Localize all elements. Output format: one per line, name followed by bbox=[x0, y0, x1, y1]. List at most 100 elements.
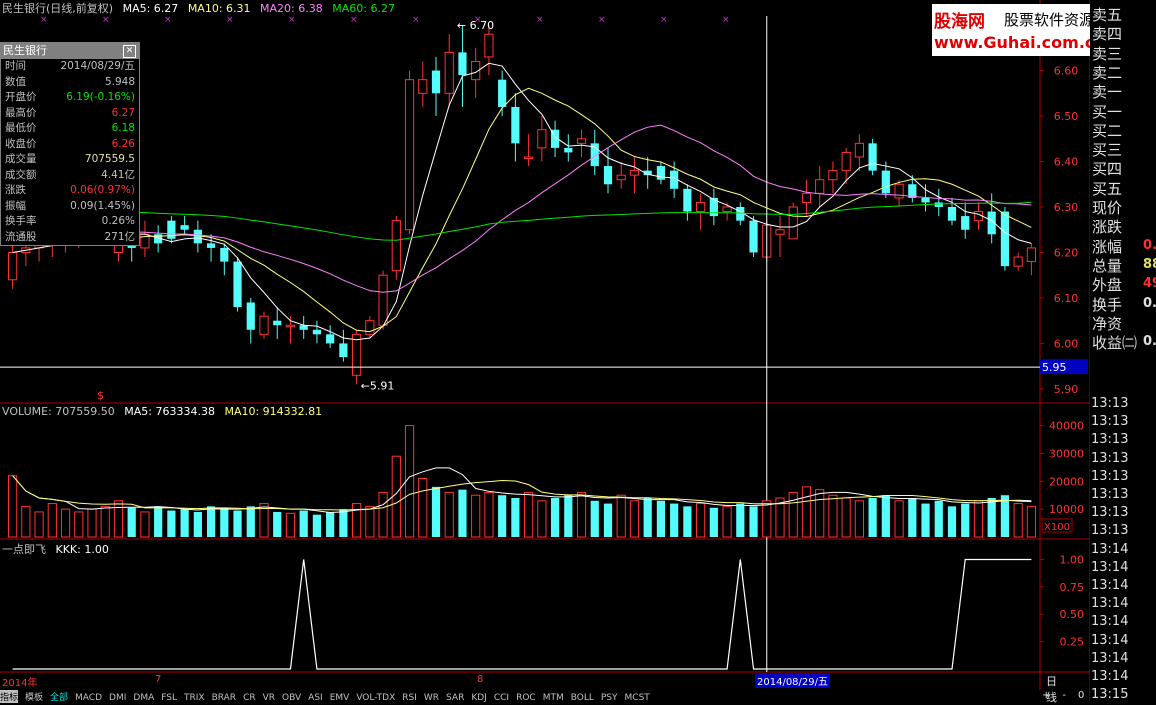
close-icon[interactable]: ✕ bbox=[123, 45, 136, 58]
data-window-row: 振幅 0.09(1.45%) bbox=[1, 199, 139, 215]
quote-label: 收益㈡ bbox=[1092, 334, 1138, 353]
data-window-value: 6.18 bbox=[111, 122, 135, 134]
candle-body-down bbox=[868, 143, 877, 171]
zoom-out-button[interactable]: - bbox=[1062, 690, 1066, 701]
tab-模板[interactable]: 模板 bbox=[25, 690, 43, 703]
volume-bar-up bbox=[537, 500, 547, 538]
candle-body-down bbox=[431, 70, 441, 94]
tick-time: 13:13 bbox=[1091, 505, 1129, 521]
volume-bar-up bbox=[973, 500, 984, 538]
tab-全部[interactable]: 全部 bbox=[50, 690, 68, 703]
zoom-in-button[interactable]: + bbox=[1042, 690, 1050, 701]
candle-body-up bbox=[629, 170, 640, 176]
marker-x: × bbox=[226, 15, 234, 25]
stock-chart[interactable]: 6.60 6.50 6.40 6.30 6.20 6.10 6.00 5.90 × × × × × × × ×… bbox=[0, 0, 1156, 702]
candle-body-up bbox=[365, 320, 375, 335]
volume-bar-up bbox=[1026, 505, 1036, 538]
marker-x: × bbox=[350, 15, 358, 25]
price-tick-label: 6.00 bbox=[1054, 337, 1079, 350]
ma60-line bbox=[12, 201, 1032, 241]
data-window-value: 5.948 bbox=[104, 75, 135, 88]
data-window-key: 成交额 bbox=[5, 168, 37, 181]
data-window-key: 换手率 bbox=[5, 215, 37, 227]
marker-x: × bbox=[598, 15, 606, 25]
volume-bar-down bbox=[603, 503, 613, 537]
data-window-key: 涨跌 bbox=[5, 184, 26, 196]
zoom-controls: + - 0 bbox=[1042, 690, 1096, 701]
volume-bar-down bbox=[498, 495, 507, 537]
candle-body-up bbox=[285, 324, 296, 328]
tick-time: 13:13 bbox=[1091, 523, 1129, 539]
volume-bar-down bbox=[180, 509, 189, 537]
tick-time: 13:13 bbox=[1091, 432, 1129, 448]
candle-body-down bbox=[312, 329, 322, 335]
volume-ma5: MA5: 763334.38 bbox=[124, 405, 215, 418]
volume-bar-down bbox=[987, 498, 996, 537]
data-window-title[interactable]: 民生银行 ✕ bbox=[1, 43, 139, 59]
volume-bar-down bbox=[167, 510, 176, 537]
volume-bar-up bbox=[418, 478, 428, 538]
data-window-key: 最低价 bbox=[5, 122, 37, 134]
data-window-value: 0.26% bbox=[101, 215, 135, 227]
volume-bar-down bbox=[339, 509, 348, 537]
quote-value: 0. bbox=[1143, 295, 1156, 311]
tick-time: 13:14 bbox=[1091, 541, 1129, 557]
volume-bar-down bbox=[749, 506, 758, 537]
data-window-row: 最低价 6.18 bbox=[1, 121, 139, 137]
data-window-row: 流通股 271亿 bbox=[1, 230, 139, 246]
candle-body-up bbox=[815, 179, 825, 194]
quote-label: 净资 bbox=[1092, 314, 1123, 333]
ma5-value: MA5: 6.27 bbox=[122, 2, 179, 15]
volume-bar-down bbox=[154, 506, 163, 537]
candle-body-up bbox=[8, 251, 18, 281]
volume-bar-down bbox=[273, 511, 282, 537]
candle-body-up bbox=[841, 151, 851, 172]
ma5-line bbox=[12, 62, 1032, 341]
volume-bar-up bbox=[352, 503, 362, 538]
cursor-date: 2014/08/29/五 bbox=[755, 673, 831, 688]
volume-bar-up bbox=[471, 494, 481, 538]
tab-指标[interactable]: 指标 bbox=[0, 690, 19, 703]
volume-bar-up bbox=[378, 491, 388, 538]
data-window-key: 成交量 bbox=[5, 153, 37, 165]
candle-body-up bbox=[576, 138, 587, 144]
candle-body-up bbox=[616, 174, 626, 181]
volume-bar-down bbox=[193, 511, 202, 537]
date-year: 2014年 bbox=[2, 678, 38, 689]
marker-x: × bbox=[40, 15, 48, 25]
price-tick-label: 6.20 bbox=[1054, 246, 1079, 259]
quote-value: 0. bbox=[1143, 334, 1156, 350]
candle-body-down bbox=[749, 220, 758, 253]
zoom-reset-button[interactable]: 0 bbox=[1078, 690, 1084, 701]
candle-body-down bbox=[498, 79, 507, 107]
candle-body-down bbox=[246, 302, 255, 330]
crosshair-price: 5.95 bbox=[1042, 361, 1067, 374]
ma60-value: MA60: 6.27 bbox=[332, 2, 395, 15]
volume-bar-up bbox=[1013, 503, 1023, 538]
quote-label: 卖五 bbox=[1092, 6, 1123, 24]
candle-body-up bbox=[722, 206, 732, 213]
data-window-key: 收盘价 bbox=[5, 137, 37, 150]
volume-bar-down bbox=[881, 495, 890, 537]
candle-body-down bbox=[603, 166, 613, 185]
volume-header: VOLUME: 707559.50 MA5: 763334.38 MA10: 9… bbox=[2, 405, 328, 418]
volume-tick-label: 30000 bbox=[1049, 447, 1084, 460]
candle-body-down bbox=[326, 334, 335, 344]
candle-body-down bbox=[193, 229, 202, 244]
candle-body-down bbox=[921, 197, 930, 203]
quote-label: 涨跌 bbox=[1092, 218, 1123, 237]
indicator-tick-label: 0.75 bbox=[1060, 581, 1085, 594]
volume-bar-up bbox=[34, 511, 44, 538]
logo-url: www.Guhai.com.cn bbox=[934, 33, 1106, 52]
volume-bar-down bbox=[656, 500, 666, 537]
tick-time: 13:14 bbox=[1091, 614, 1129, 630]
data-window[interactable]: 民生银行 ✕ 时间 2014/08/29/五 数值 5.948 开盘价 6.19(-0.1… bbox=[0, 42, 140, 246]
volume-bar-up bbox=[762, 500, 772, 538]
volume-bar-up bbox=[8, 475, 18, 538]
volume-tick-label: 20000 bbox=[1049, 475, 1084, 488]
volume-bar-up bbox=[444, 491, 454, 538]
quote-label: 买一 bbox=[1092, 102, 1123, 121]
volume-bar-down bbox=[206, 506, 216, 537]
price-tick-label: 6.10 bbox=[1054, 292, 1079, 305]
data-window-title-text: 民生银行 bbox=[3, 44, 47, 57]
